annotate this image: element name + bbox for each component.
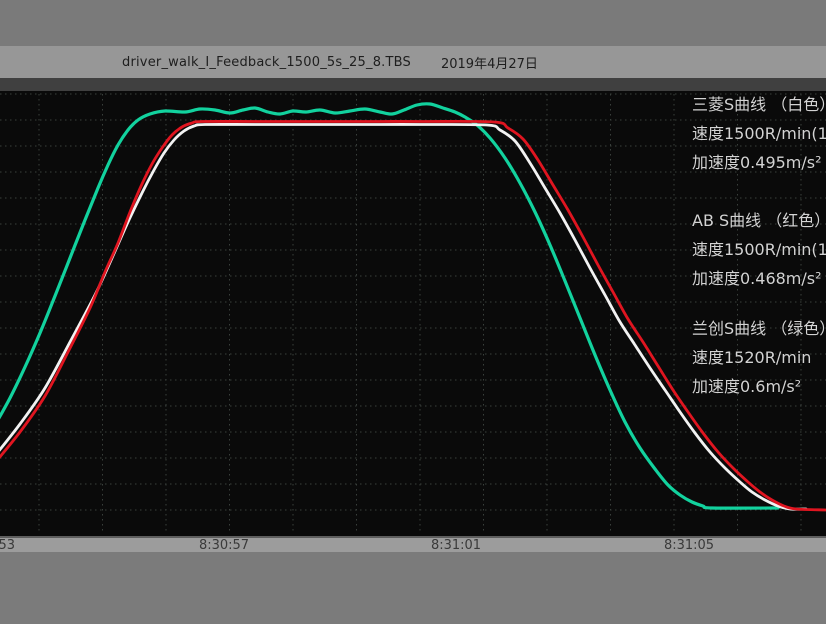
- legend-block-ab-red: AB S曲线 （红色） 速度1500R/min(14 加速度0.468m/s²: [692, 206, 826, 293]
- x-tick-label: 8:31:05: [664, 538, 714, 552]
- bottom-gray-band: [0, 552, 826, 624]
- curve-白色: [0, 124, 806, 509]
- legend-speed: 速度1500R/min(14: [692, 119, 826, 148]
- legend-title: 兰创S曲线 （绿色）: [692, 314, 826, 343]
- chart-plot-area[interactable]: 三菱S曲线 （白色） 速度1500R/min(14 加速度0.495m/s² A…: [0, 78, 826, 536]
- trace-date: 2019年4月27日: [441, 53, 538, 72]
- x-tick-label: 8:31:01: [431, 538, 481, 552]
- x-tick-label: 8:30:53: [0, 538, 15, 552]
- legend-speed: 速度1520R/min （: [692, 343, 826, 372]
- legend-acceleration: 加速度0.495m/s²: [692, 148, 826, 177]
- legend-acceleration: 加速度0.468m/s²: [692, 264, 826, 293]
- legend-block-mitsubishi-white: 三菱S曲线 （白色） 速度1500R/min(14 加速度0.495m/s²: [692, 90, 826, 177]
- title-bar: driver_walk_I_Feedback_1500_5s_25_8.TBS …: [0, 46, 826, 78]
- legend-acceleration: 加速度0.6m/s²: [692, 372, 826, 401]
- legend-block-lanchuang-green: 兰创S曲线 （绿色） 速度1520R/min （ 加速度0.6m/s²: [692, 314, 826, 401]
- legend-title: 三菱S曲线 （白色）: [692, 90, 826, 119]
- legend-title: AB S曲线 （红色）: [692, 206, 826, 235]
- top-gray-band: [0, 0, 826, 46]
- x-tick-label: 8:30:57: [199, 538, 249, 552]
- trace-filename: driver_walk_I_Feedback_1500_5s_25_8.TBS: [122, 55, 411, 70]
- curve-绿色: [0, 104, 778, 508]
- x-axis-strip: 8:30:53 8:30:57 8:31:01 8:31:05: [0, 536, 826, 552]
- legend-speed: 速度1500R/min(14: [692, 235, 826, 264]
- trace-viewer-window: driver_walk_I_Feedback_1500_5s_25_8.TBS …: [0, 0, 826, 624]
